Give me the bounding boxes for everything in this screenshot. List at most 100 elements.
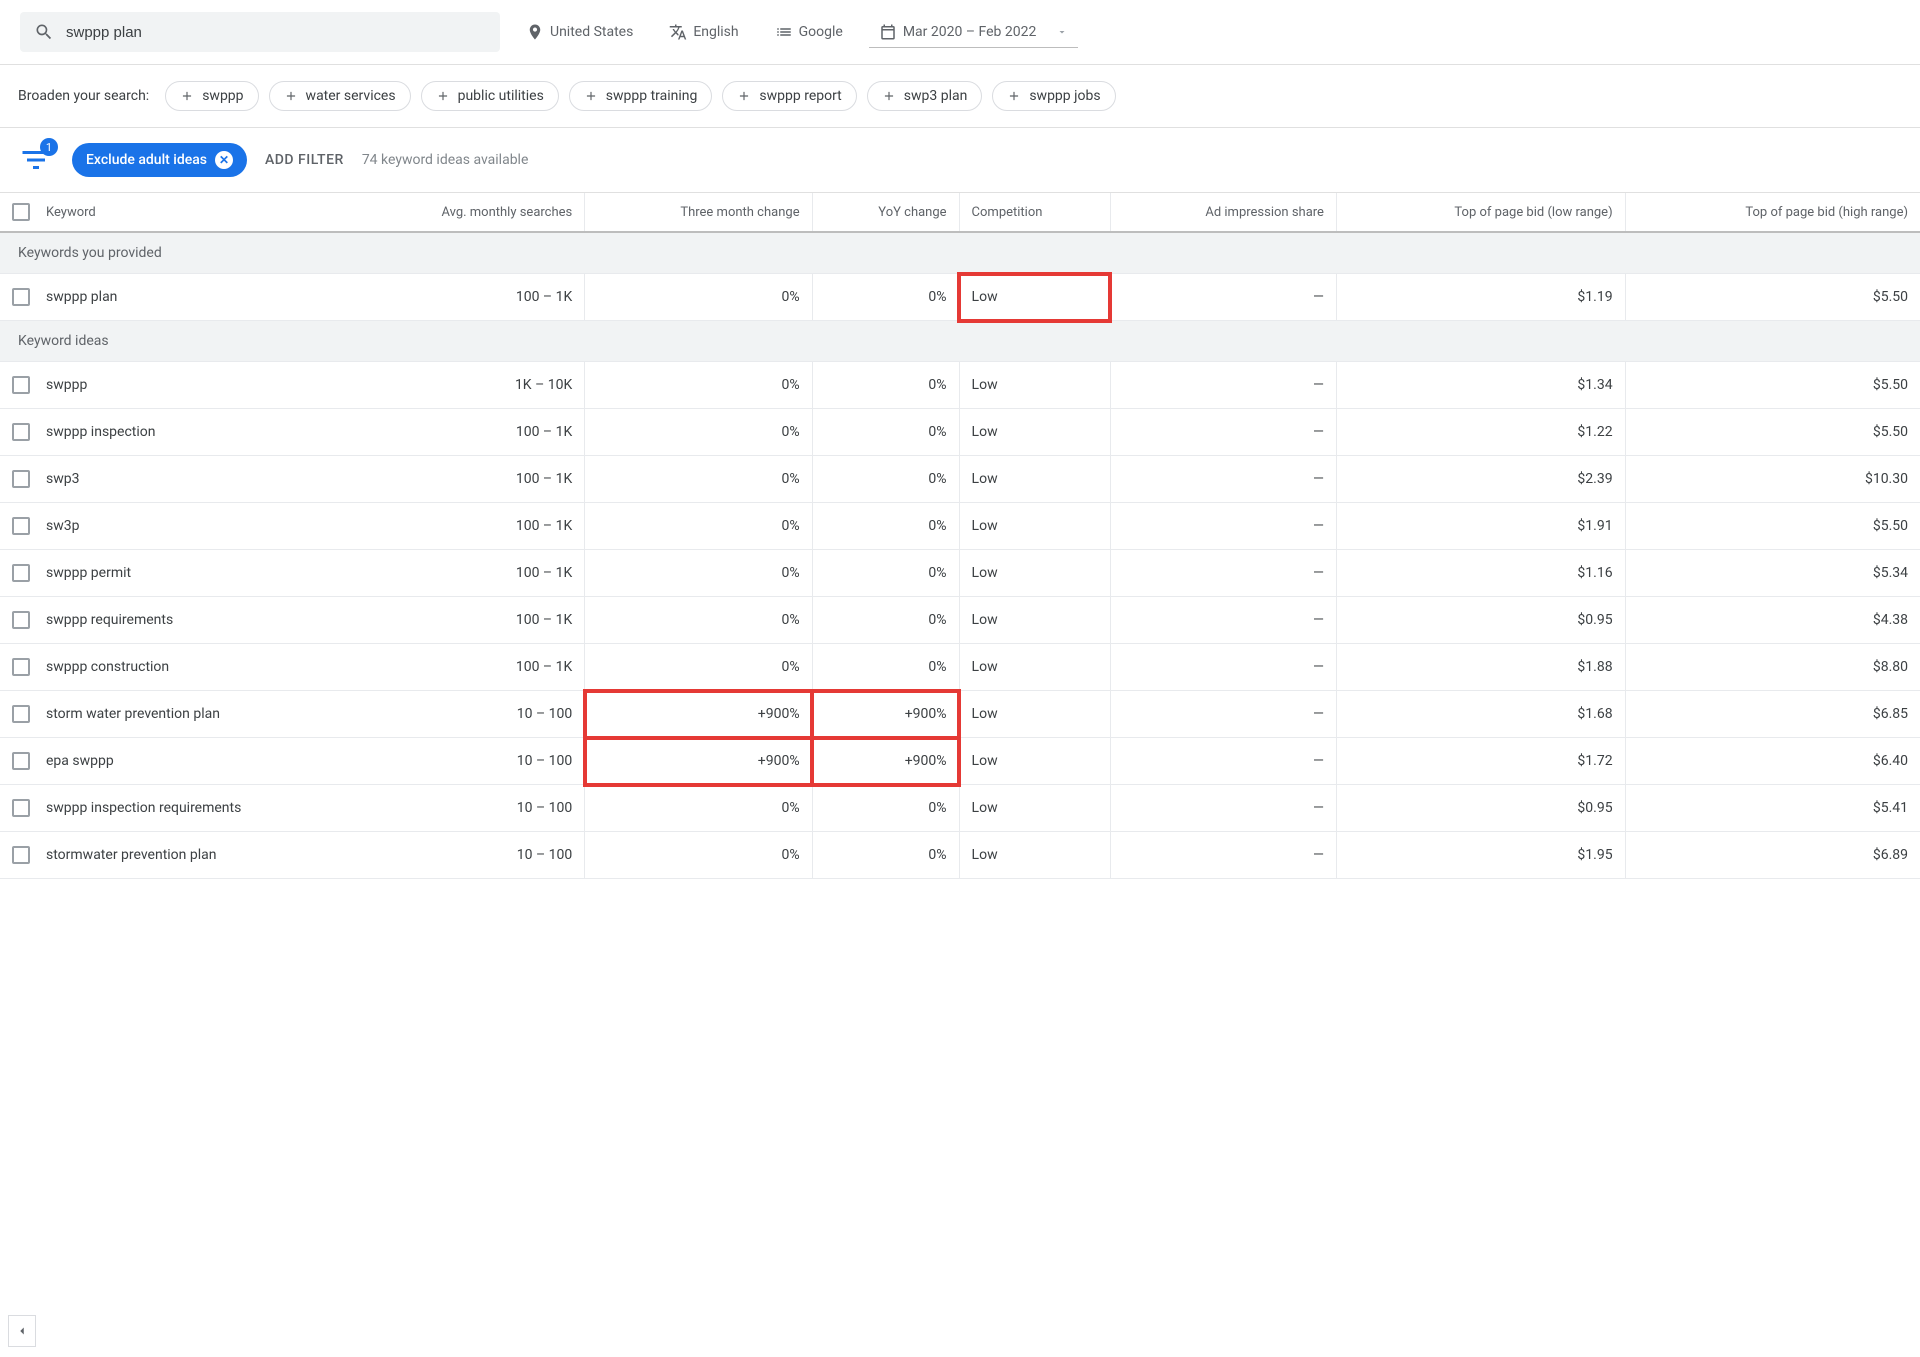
row-checkbox[interactable] — [12, 517, 30, 535]
location-filter[interactable]: United States — [516, 17, 643, 47]
chip-label: swp3 plan — [904, 88, 968, 104]
select-all-checkbox[interactable] — [12, 203, 30, 221]
three-month-change: 0% — [585, 409, 812, 456]
broaden-chip[interactable]: public utilities — [421, 81, 559, 111]
ad-impression-share: — — [1110, 362, 1336, 409]
bid-high: $5.41 — [1625, 785, 1920, 832]
three-month-change: 0% — [585, 644, 812, 691]
keyword-text: storm water prevention plan — [46, 706, 220, 722]
search-box[interactable] — [20, 12, 500, 52]
three-month-change: 0% — [585, 597, 812, 644]
network-filter[interactable]: Google — [765, 17, 853, 47]
column-keyword[interactable]: Keyword — [46, 205, 96, 220]
yoy-change: 0% — [812, 503, 959, 550]
language-label: English — [693, 24, 738, 40]
keyword-text: swppp construction — [46, 659, 169, 675]
row-checkbox[interactable] — [12, 799, 30, 817]
column-bid-high[interactable]: Top of page bid (high range) — [1625, 193, 1920, 233]
filter-row: 1 Exclude adult ideas ✕ ADD FILTER 74 ke… — [0, 128, 1920, 192]
competition: Low — [959, 550, 1110, 597]
location-icon — [526, 23, 544, 41]
keyword-text: swppp inspection requirements — [46, 800, 241, 816]
row-checkbox[interactable] — [12, 658, 30, 676]
row-checkbox[interactable] — [12, 564, 30, 582]
dropdown-icon — [1056, 26, 1068, 38]
row-checkbox[interactable] — [12, 611, 30, 629]
broaden-chip[interactable]: swp3 plan — [867, 81, 983, 111]
column-ad-share[interactable]: Ad impression share — [1110, 193, 1336, 233]
bid-low: $1.34 — [1336, 362, 1625, 409]
column-three-month[interactable]: Three month change — [585, 193, 812, 233]
ad-impression-share: — — [1110, 738, 1336, 785]
avg-searches: 100 – 1K — [340, 274, 585, 321]
yoy-change: 0% — [812, 456, 959, 503]
row-checkbox[interactable] — [12, 288, 30, 306]
plus-icon — [284, 89, 298, 103]
avg-searches: 100 – 1K — [340, 503, 585, 550]
chip-label: swppp training — [606, 88, 698, 104]
keyword-text: stormwater prevention plan — [46, 847, 216, 863]
location-label: United States — [550, 24, 633, 40]
language-filter[interactable]: English — [659, 17, 748, 47]
column-yoy[interactable]: YoY change — [812, 193, 959, 233]
row-checkbox[interactable] — [12, 376, 30, 394]
bid-high: $5.50 — [1625, 274, 1920, 321]
competition: Low — [959, 785, 1110, 832]
network-icon — [775, 23, 793, 41]
bid-high: $5.50 — [1625, 362, 1920, 409]
plus-icon — [737, 89, 751, 103]
chip-label: swppp jobs — [1029, 88, 1100, 104]
avg-searches: 100 – 1K — [340, 597, 585, 644]
row-checkbox[interactable] — [12, 846, 30, 864]
broaden-chip[interactable]: swppp — [165, 81, 258, 111]
avg-searches: 100 – 1K — [340, 550, 585, 597]
competition: Low — [959, 409, 1110, 456]
ad-impression-share: — — [1110, 785, 1336, 832]
broaden-chip[interactable]: swppp report — [722, 81, 856, 111]
ad-impression-share: — — [1110, 456, 1336, 503]
competition: Low — [959, 738, 1110, 785]
competition: Low — [959, 832, 1110, 879]
scroll-left-button[interactable] — [8, 1315, 36, 1347]
row-checkbox[interactable] — [12, 752, 30, 770]
keyword-text: epa swppp — [46, 753, 114, 769]
close-icon[interactable]: ✕ — [215, 151, 233, 169]
filter-funnel[interactable]: 1 — [18, 142, 54, 178]
table-row: stormwater prevention plan 10 – 100 0% 0… — [0, 832, 1920, 879]
bid-low: $1.72 — [1336, 738, 1625, 785]
bid-high: $6.40 — [1625, 738, 1920, 785]
ideas-count: 74 keyword ideas available — [362, 152, 529, 168]
bid-high: $4.38 — [1625, 597, 1920, 644]
row-checkbox[interactable] — [12, 423, 30, 441]
competition: Low — [959, 503, 1110, 550]
column-avg[interactable]: Avg. monthly searches — [340, 193, 585, 233]
exclude-adult-pill[interactable]: Exclude adult ideas ✕ — [72, 143, 247, 177]
bid-low: $1.19 — [1336, 274, 1625, 321]
row-checkbox[interactable] — [12, 470, 30, 488]
calendar-icon — [879, 23, 897, 41]
keyword-text: swppp — [46, 377, 87, 393]
three-month-change: 0% — [585, 362, 812, 409]
search-input[interactable] — [66, 24, 486, 41]
row-checkbox[interactable] — [12, 705, 30, 723]
column-bid-low[interactable]: Top of page bid (low range) — [1336, 193, 1625, 233]
broaden-chip[interactable]: swppp jobs — [992, 81, 1115, 111]
bid-low: $1.16 — [1336, 550, 1625, 597]
yoy-change: 0% — [812, 785, 959, 832]
table-row: swppp permit 100 – 1K 0% 0% Low — $1.16 … — [0, 550, 1920, 597]
keyword-table: Keyword Avg. monthly searches Three mont… — [0, 192, 1920, 879]
table-row: swp3 100 – 1K 0% 0% Low — $2.39 $10.30 — [0, 456, 1920, 503]
column-competition[interactable]: Competition — [959, 193, 1110, 233]
yoy-change: +900% — [812, 738, 959, 785]
chip-label: swppp report — [759, 88, 841, 104]
competition: Low — [959, 274, 1110, 321]
three-month-change: 0% — [585, 832, 812, 879]
add-filter-button[interactable]: ADD FILTER — [265, 152, 344, 168]
broaden-chip[interactable]: swppp training — [569, 81, 713, 111]
date-filter[interactable]: Mar 2020 – Feb 2022 — [869, 17, 1079, 48]
keyword-text: swppp inspection — [46, 424, 155, 440]
ad-impression-share: — — [1110, 274, 1336, 321]
broaden-chip[interactable]: water services — [269, 81, 411, 111]
table-row: storm water prevention plan 10 – 100 +90… — [0, 691, 1920, 738]
table-row: swppp 1K – 10K 0% 0% Low — $1.34 $5.50 — [0, 362, 1920, 409]
